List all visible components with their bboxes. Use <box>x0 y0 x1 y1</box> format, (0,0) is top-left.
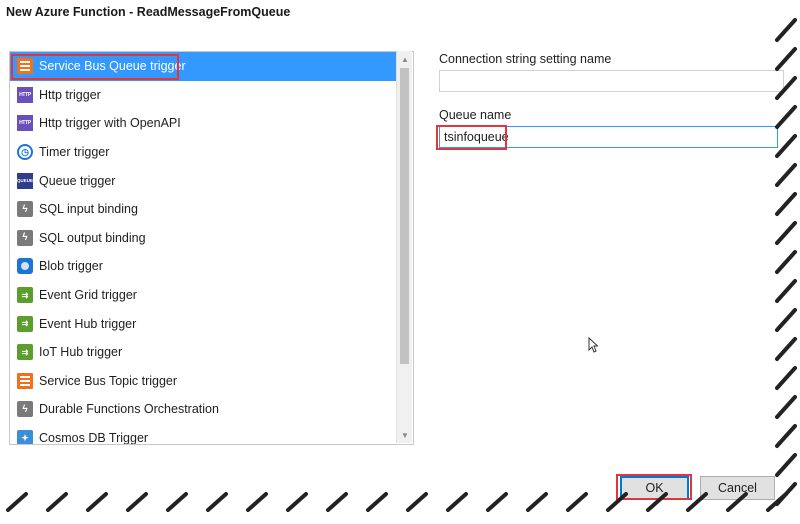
trigger-item-label: SQL output binding <box>39 230 146 245</box>
scroll-down-arrow-icon[interactable]: ▼ <box>397 427 413 443</box>
trigger-item-label: Durable Functions Orchestration <box>39 402 219 417</box>
trigger-item-label: Service Bus Queue trigger <box>39 59 186 74</box>
scroll-up-arrow-icon[interactable]: ▲ <box>397 51 413 67</box>
trigger-list-item[interactable]: ✦ Cosmos DB Trigger <box>10 424 397 445</box>
durable-functions-icon: ϟ <box>17 401 33 418</box>
trigger-list-items: Service Bus Queue trigger HTTP Http trigge… <box>10 52 397 445</box>
trigger-list-item[interactable]: Blob trigger <box>10 252 397 281</box>
service-bus-icon <box>17 58 33 75</box>
service-bus-icon <box>17 372 33 389</box>
trigger-list-item[interactable]: QUEUE Queue trigger <box>10 166 397 195</box>
ok-button[interactable]: OK <box>620 476 689 500</box>
queue-icon: QUEUE <box>17 172 33 189</box>
trigger-item-label: IoT Hub trigger <box>39 345 123 360</box>
trigger-item-label: Event Hub trigger <box>39 316 137 331</box>
connection-string-input[interactable] <box>439 70 784 92</box>
trigger-list-item[interactable]: HTTP Http trigger with OpenAPI <box>10 109 397 138</box>
cancel-button[interactable]: Cancel <box>700 476 775 500</box>
blob-icon <box>17 258 33 275</box>
sql-icon: ϟ <box>17 229 33 246</box>
trigger-item-label: Event Grid trigger <box>39 288 137 303</box>
trigger-item-label: SQL input binding <box>39 202 138 217</box>
http-icon: HTTP <box>17 86 33 103</box>
trigger-list-item[interactable]: HTTP Http trigger <box>10 81 397 110</box>
trigger-list-item[interactable]: ϟ Durable Functions Orchestration <box>10 395 397 424</box>
sql-icon: ϟ <box>17 201 33 218</box>
scroll-thumb[interactable] <box>400 68 409 364</box>
iot-hub-icon: ⇉ <box>17 344 33 361</box>
timer-icon: ◷ <box>17 144 33 161</box>
trigger-list-item[interactable]: ◷ Timer trigger <box>10 138 397 167</box>
trigger-item-label: Timer trigger <box>39 145 110 160</box>
queue-name-input[interactable] <box>439 126 778 148</box>
trigger-item-label: Blob trigger <box>39 259 103 274</box>
trigger-list-item[interactable]: ϟ SQL input binding <box>10 195 397 224</box>
trigger-item-label: Http trigger <box>39 87 101 102</box>
dialog-title: New Azure Function - ReadMessageFromQueu… <box>6 5 291 19</box>
queue-name-label: Queue name <box>439 108 512 122</box>
event-grid-icon: ⇉ <box>17 287 33 304</box>
trigger-item-label: Http trigger with OpenAPI <box>39 116 181 131</box>
trigger-list-item[interactable]: ⇉ Event Hub trigger <box>10 309 397 338</box>
trigger-item-label: Service Bus Topic trigger <box>39 373 178 388</box>
trigger-list[interactable]: Service Bus Queue trigger HTTP Http trigge… <box>9 51 414 445</box>
mouse-cursor-icon <box>588 337 598 353</box>
trigger-list-item[interactable]: ⇉ Event Grid trigger <box>10 281 397 310</box>
cosmos-db-icon: ✦ <box>17 430 33 444</box>
trigger-list-scrollbar[interactable]: ▲ ▼ <box>396 51 412 443</box>
http-icon: HTTP <box>17 115 33 132</box>
trigger-list-item[interactable]: ϟ SQL output binding <box>10 224 397 253</box>
trigger-list-item[interactable]: ⇉ IoT Hub trigger <box>10 338 397 367</box>
connection-string-label: Connection string setting name <box>439 52 612 66</box>
trigger-list-item[interactable]: Service Bus Queue trigger <box>10 52 397 81</box>
trigger-item-label: Queue trigger <box>39 173 116 188</box>
trigger-list-item[interactable]: Service Bus Topic trigger <box>10 367 397 396</box>
event-hub-icon: ⇉ <box>17 315 33 332</box>
trigger-item-label: Cosmos DB Trigger <box>39 431 149 445</box>
